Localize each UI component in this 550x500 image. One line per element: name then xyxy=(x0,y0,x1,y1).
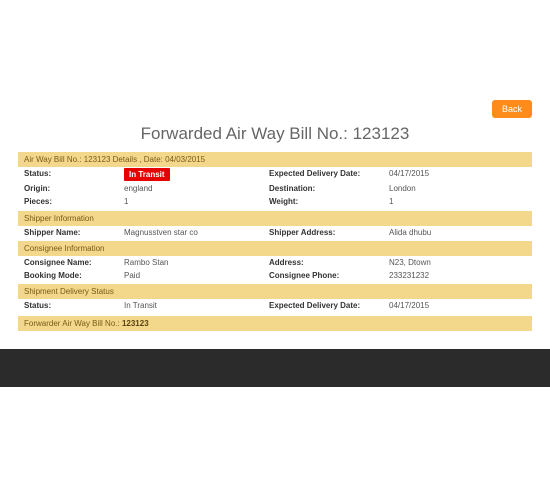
row-booking: Booking Mode: Paid Consignee Phone: 2332… xyxy=(18,269,532,282)
label-pieces: Pieces: xyxy=(24,196,124,207)
row-shipper: Shipper Name: Magnusstven star co Shippe… xyxy=(18,226,532,239)
row-pieces: Pieces: 1 Weight: 1 xyxy=(18,195,532,208)
label-expected-delivery: Expected Delivery Date: xyxy=(269,168,389,181)
section-header-consignee: Consignee Information xyxy=(18,241,532,256)
value-expected-delivery: 04/17/2015 xyxy=(389,168,526,181)
value-shipper-name: Magnusstven star co xyxy=(124,227,269,238)
value-delivery-status: In Transit xyxy=(124,300,269,311)
status-badge: In Transit xyxy=(124,168,170,181)
label-consignee-address: Address: xyxy=(269,257,389,268)
row-consignee-name: Consignee Name: Rambo Stan Address: N23,… xyxy=(18,256,532,269)
label-shipper-address: Shipper Address: xyxy=(269,227,389,238)
value-delivery-expected: 04/17/2015 xyxy=(389,300,526,311)
label-consignee-name: Consignee Name: xyxy=(24,257,124,268)
row-status: Status: In Transit Expected Delivery Dat… xyxy=(18,167,532,182)
row-origin: Origin: england Destination: London xyxy=(18,182,532,195)
details-container: Air Way Bill No.: 123123 Details , Date:… xyxy=(0,152,550,331)
value-status: In Transit xyxy=(124,168,269,181)
value-destination: London xyxy=(389,183,526,194)
value-pieces: 1 xyxy=(124,196,269,207)
value-weight: 1 xyxy=(389,196,526,207)
value-consignee-address: N23, Dtown xyxy=(389,257,526,268)
label-delivery-status: Status: xyxy=(24,300,124,311)
row-delivery-status: Status: In Transit Expected Delivery Dat… xyxy=(18,299,532,312)
page-footer xyxy=(0,349,550,387)
label-origin: Origin: xyxy=(24,183,124,194)
value-consignee-phone: 233231232 xyxy=(389,270,526,281)
label-weight: Weight: xyxy=(269,196,389,207)
label-status: Status: xyxy=(24,168,124,181)
forwarder-number: 123123 xyxy=(122,319,149,328)
forwarder-bill-line: Forwarder Air Way Bill No.: 123123 xyxy=(18,316,532,331)
value-shipper-address: Alida dhubu xyxy=(389,227,526,238)
value-origin: england xyxy=(124,183,269,194)
back-button[interactable]: Back xyxy=(492,100,532,118)
label-destination: Destination: xyxy=(269,183,389,194)
forwarder-prefix: Forwarder Air Way Bill No.: xyxy=(24,319,122,328)
label-booking-mode: Booking Mode: xyxy=(24,270,124,281)
label-shipper-name: Shipper Name: xyxy=(24,227,124,238)
section-header-delivery: Shipment Delivery Status xyxy=(18,284,532,299)
label-consignee-phone: Consignee Phone: xyxy=(269,270,389,281)
page-title: Forwarded Air Way Bill No.: 123123 xyxy=(0,124,550,144)
label-delivery-expected: Expected Delivery Date: xyxy=(269,300,389,311)
section-header-shipper: Shipper Information xyxy=(18,211,532,226)
value-booking-mode: Paid xyxy=(124,270,269,281)
value-consignee-name: Rambo Stan xyxy=(124,257,269,268)
section-header-details: Air Way Bill No.: 123123 Details , Date:… xyxy=(18,152,532,167)
